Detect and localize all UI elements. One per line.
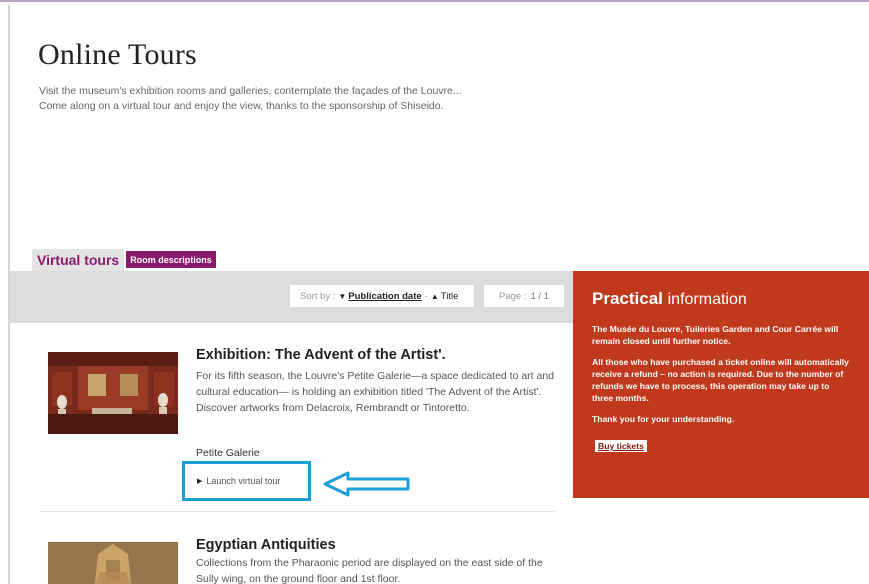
practical-title-bold: Practical (592, 289, 663, 308)
sort-by-publication-date[interactable]: Publication date (348, 291, 421, 302)
practical-title: Practical information (592, 289, 851, 309)
page-value: 1 / 1 (530, 290, 549, 302)
practical-info-panel: Practical information The Musée du Louvr… (573, 271, 869, 498)
tab-virtual-tours[interactable]: Virtual tours (32, 249, 125, 271)
sort-desc-icon: ▼ (338, 291, 347, 301)
pagination: Page : 1 / 1 (484, 285, 564, 307)
item-title[interactable]: Egyptian Antiquities (196, 537, 336, 553)
item-description: For its fifth season, the Louvre's Petit… (196, 370, 555, 414)
intro-line-1: Visit the museum's exhibition rooms and … (39, 85, 462, 97)
thanks-notice: Thank you for your understanding. (592, 414, 735, 424)
launch-virtual-tour-button[interactable]: ▶ Launch virtual tour (182, 461, 311, 501)
practical-title-rest: information (667, 291, 747, 308)
item-title[interactable]: Exhibition: The Advent of the Artist'. (196, 347, 446, 363)
intro-line-2: Come along on a virtual tour and enjoy t… (39, 100, 444, 112)
play-icon: ▶ (197, 478, 203, 485)
page-title: Online Tours (38, 38, 197, 71)
sort-separator: - (424, 290, 428, 302)
closure-notice: The Musée du Louvre, Tuileries Garden an… (592, 324, 839, 346)
list-item: Exhibition: The Advent of the Artist'. F… (40, 340, 555, 512)
egyptian-thumbnail[interactable] (48, 542, 178, 584)
tab-room-descriptions[interactable]: Room descriptions (126, 251, 216, 268)
sort-label: Sort by : (300, 290, 336, 302)
page-label: Page : (499, 290, 527, 302)
sort-bar: Sort by : ▼ Publication date - ▲ Title P… (10, 271, 573, 323)
sort-asc-icon: ▲ (430, 291, 439, 301)
refund-notice: All those who have purchased a ticket on… (592, 357, 849, 403)
tour-tabs: Virtual tours Room descriptions (32, 249, 216, 271)
sort-control: Sort by : ▼ Publication date - ▲ Title (290, 285, 474, 307)
launch-label: Launch virtual tour (206, 476, 281, 486)
buy-tickets-button[interactable]: Buy tickets (595, 440, 647, 452)
exhibition-thumbnail[interactable] (48, 352, 178, 434)
item-location: Petite Galerie (196, 447, 260, 459)
list-item: Egyptian Antiquities Collections from th… (40, 530, 555, 584)
sort-by-title[interactable]: Title (441, 291, 459, 302)
item-description: Collections from the Pharaonic period ar… (196, 557, 543, 584)
page-intro: Visit the museum's exhibition rooms and … (39, 84, 559, 114)
top-border (0, 0, 869, 5)
arrow-left-icon (323, 471, 410, 497)
